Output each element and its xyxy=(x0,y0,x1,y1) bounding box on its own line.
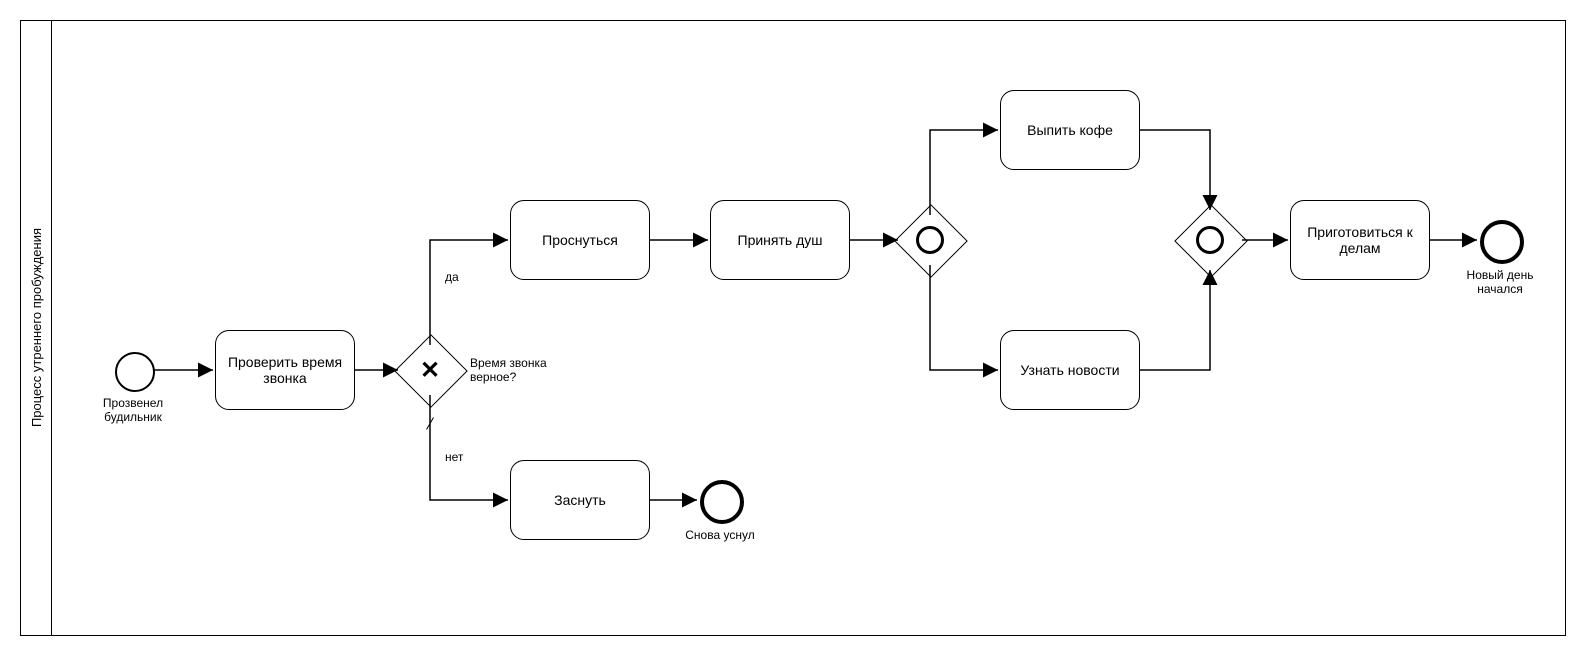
task-check-time[interactable]: Проверить время звонка xyxy=(215,330,355,410)
task-shower[interactable]: Принять душ xyxy=(710,200,850,280)
pool-container: Процесс утреннего пробуждения xyxy=(20,20,1566,636)
default-flow-marker-icon xyxy=(423,416,437,430)
start-event[interactable] xyxy=(115,352,155,392)
bpmn-canvas: Процесс утреннего пробуждения Прозвенел … xyxy=(0,0,1584,654)
pool-title-strip: Процесс утреннего пробуждения xyxy=(21,21,52,635)
task-coffee[interactable]: Выпить кофе xyxy=(1000,90,1140,170)
task-sleep[interactable]: Заснуть xyxy=(510,460,650,540)
end-event-day[interactable] xyxy=(1480,220,1524,264)
pool-title: Процесс утреннего пробуждения xyxy=(29,228,44,427)
edge-label-no: нет xyxy=(445,450,463,464)
gateway-exclusive[interactable]: ✕ xyxy=(405,345,455,395)
start-event-label: Прозвенел будильник xyxy=(85,396,181,425)
end-event-sleep[interactable] xyxy=(700,480,744,524)
end-event-sleep-label: Снова уснул xyxy=(670,528,770,542)
edge-label-yes: да xyxy=(445,270,459,284)
gateway-decision-label: Время звонка верное? xyxy=(470,356,580,385)
gateway-inclusive-join[interactable] xyxy=(1185,215,1235,265)
task-news[interactable]: Узнать новости xyxy=(1000,330,1140,410)
end-event-day-label: Новый день начался xyxy=(1450,268,1550,297)
task-prepare[interactable]: Приготовиться к делам xyxy=(1290,200,1430,280)
gateway-inclusive-split[interactable] xyxy=(905,215,955,265)
circle-icon xyxy=(1196,226,1224,254)
task-wake-up[interactable]: Проснуться xyxy=(510,200,650,280)
circle-icon xyxy=(916,226,944,254)
